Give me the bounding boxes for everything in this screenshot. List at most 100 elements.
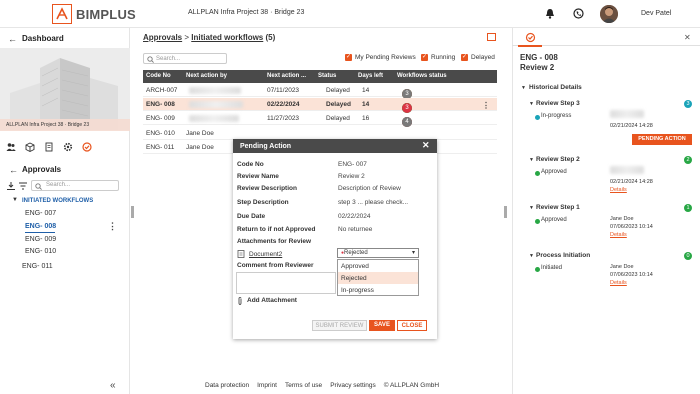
back-arrow-icon[interactable]: ← (8, 34, 17, 44)
download-icon[interactable] (6, 181, 16, 193)
comment-label: Comment from Reviewer (237, 262, 314, 269)
caret-down-icon[interactable]: ▼ (12, 197, 18, 203)
close-button[interactable]: CLOSE (397, 320, 427, 331)
caret-down-icon[interactable]: ▼ (529, 205, 534, 211)
footer-data-protection[interactable]: Data protection (205, 382, 249, 389)
step-count-badge: 0 (684, 252, 692, 260)
table-row[interactable]: ENG- 00802/22/2024Delayed141123⋮ (143, 98, 497, 113)
selected-underline (25, 232, 55, 233)
attachment-link[interactable]: Document2 (249, 251, 282, 258)
caret-down-icon[interactable]: ▼ (529, 253, 534, 259)
table-search-placeholder: Search... (156, 55, 181, 62)
collapse-sidebar-icon[interactable]: « (110, 380, 116, 391)
breadcrumb-approvals[interactable]: Approvals (143, 33, 182, 42)
close-panel-icon[interactable]: ✕ (684, 33, 691, 42)
footer-imprint[interactable]: Imprint (257, 382, 277, 389)
filter-delayed[interactable]: Delayed (461, 53, 495, 61)
approvals-back-arrow-icon[interactable]: ← (9, 165, 18, 175)
redacted-name (610, 110, 644, 118)
sidebar-item-eng-010[interactable]: ENG- 010 (25, 248, 56, 255)
bell-icon[interactable] (545, 8, 555, 21)
col-next-date[interactable]: Next action ... (267, 73, 306, 79)
breadcrumb-initiated[interactable]: Initiated workflows (191, 33, 263, 42)
option-in-progress[interactable]: In-progress (338, 284, 418, 296)
option-approved[interactable]: Approved (338, 260, 418, 272)
user-name[interactable]: Dev Patel (641, 10, 671, 17)
col-status[interactable]: Status (318, 73, 336, 79)
sidebar-item-menu-icon[interactable]: ⋮ (108, 221, 117, 232)
search-icon (35, 183, 42, 192)
sidebar-item-eng-011[interactable]: ENG- 011 (22, 263, 53, 270)
cell-status: Delayed (326, 101, 351, 108)
approval-history-tab-icon[interactable] (525, 32, 536, 45)
details-tab-bar (512, 28, 700, 46)
cell-next-by: Jane Doe (186, 144, 214, 151)
approvals-check-icon[interactable] (82, 142, 92, 152)
sidebar-item-eng-009[interactable]: ENG- 009 (25, 236, 56, 243)
cell-code: ENG- 009 (146, 115, 175, 122)
sidebar-search-input[interactable]: Search... (31, 180, 119, 191)
footer-privacy[interactable]: Privacy settings (330, 382, 376, 389)
footer-terms[interactable]: Terms of use (285, 382, 322, 389)
caret-down-icon[interactable]: ▼ (529, 101, 534, 107)
table-row[interactable]: ENG- 00911/27/2023Delayed1611234 (143, 112, 497, 127)
checkbox-checked-icon (461, 53, 468, 61)
caret-down-icon[interactable]: ▼ (521, 85, 526, 91)
bimplus-logo[interactable]: BIMPLUS (52, 4, 136, 24)
left-splitter-handle[interactable] (131, 206, 134, 218)
status-dot-icon (535, 267, 540, 272)
table-header: Code No Next action by Next action ... S… (143, 70, 497, 83)
document-icon[interactable] (44, 142, 54, 152)
col-workflow-status[interactable]: Workflows status (397, 73, 447, 79)
right-splitter-handle[interactable] (504, 206, 507, 218)
filter-icon[interactable] (18, 181, 28, 193)
step-count-badge: 1 (684, 204, 692, 212)
breadcrumb-separator: > (182, 33, 192, 42)
col-days-left[interactable]: Days left (358, 73, 383, 79)
workflow-step-dot[interactable]: 3 (402, 88, 412, 99)
pending-action-button[interactable]: PENDING ACTION (632, 134, 692, 145)
historical-details-heading[interactable]: Historical Details (529, 84, 582, 91)
panel-toggle-icon[interactable] (487, 33, 496, 41)
users-icon[interactable] (6, 142, 16, 152)
save-button[interactable]: SAVE (369, 320, 395, 331)
details-code: ENG - 008 (520, 53, 558, 62)
dashboard-title[interactable]: Dashboard (22, 34, 64, 43)
brand-name: BIMPLUS (76, 6, 136, 22)
checkbox-checked-icon (345, 53, 352, 61)
gear-icon[interactable] (63, 142, 73, 152)
row-menu-icon[interactable]: ⋮ (482, 101, 490, 110)
sidebar-item-eng-007[interactable]: ENG- 007 (25, 210, 56, 217)
filter-my-pending[interactable]: My Pending Reviews (345, 53, 416, 61)
submit-review-button[interactable]: SUBMIT REVIEW (312, 320, 367, 331)
cell-code: ENG- 008 (146, 101, 175, 108)
option-rejected[interactable]: Rejected (338, 272, 418, 284)
workflow-step-dot[interactable]: 3 (402, 102, 412, 113)
details-review-name: Review 2 (520, 63, 555, 72)
cube-icon[interactable] (25, 142, 35, 153)
field-label: Code No (237, 161, 264, 168)
add-attachment-button[interactable]: Add Attachment (247, 297, 297, 304)
avatar[interactable] (600, 5, 618, 23)
initiated-workflows-section[interactable]: INITIATED WORKFLOWS (22, 198, 93, 204)
history-step-details-link[interactable]: Details (610, 187, 627, 193)
filter-running[interactable]: Running (421, 53, 455, 61)
workflow-step-dot[interactable]: 4 (402, 116, 412, 127)
pending-action-dialog: Pending Action ✕ Code No ENG- 007 Review N… (233, 139, 437, 339)
table-row[interactable]: ARCH-00707/11/2023Delayed141123 (143, 84, 497, 99)
table-search-input[interactable]: Search... (143, 53, 227, 64)
phone-icon[interactable] (573, 8, 584, 21)
col-code[interactable]: Code No (146, 73, 171, 79)
history-step-details-link[interactable]: Details (610, 232, 627, 238)
logo-mark (52, 4, 72, 24)
history-step-details-link[interactable]: Details (610, 280, 627, 286)
close-icon[interactable]: ✕ (422, 140, 430, 151)
col-next-by[interactable]: Next action by (186, 73, 227, 79)
review-status-select[interactable]: ●Rejected ▾ (337, 248, 419, 258)
field-label: Return to if not Approved (237, 226, 316, 233)
reviewer-comment-field[interactable] (236, 272, 336, 294)
caret-down-icon[interactable]: ▼ (529, 157, 534, 163)
active-tab-underline (518, 45, 542, 47)
sidebar-item-eng-008[interactable]: ENG- 008 (25, 223, 56, 230)
paperclip-icon[interactable] (237, 297, 243, 307)
